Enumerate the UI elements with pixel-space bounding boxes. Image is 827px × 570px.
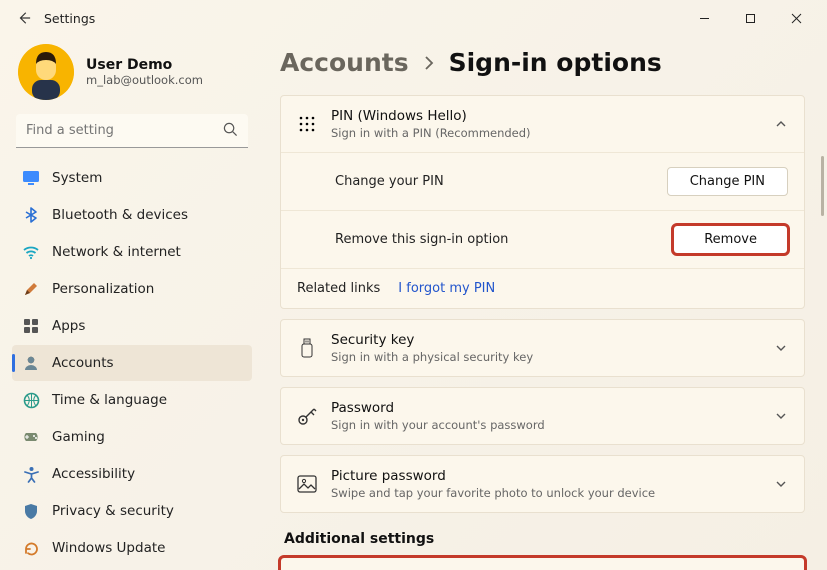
- picture-password-title: Picture password: [331, 468, 760, 484]
- accessibility-icon: [22, 465, 40, 483]
- sidebar: User Demo m_lab@outlook.com System Bluet…: [0, 36, 264, 570]
- search-icon: [223, 122, 238, 137]
- gamepad-icon: [22, 428, 40, 446]
- avatar: [18, 44, 74, 100]
- change-pin-row: Change your PIN Change PIN: [281, 152, 804, 210]
- minimize-icon: [699, 13, 710, 24]
- page-title: Sign-in options: [449, 48, 662, 77]
- nav-list: System Bluetooth & devices Network & int…: [12, 160, 252, 566]
- window-title: Settings: [44, 11, 95, 26]
- sidebar-item-network[interactable]: Network & internet: [12, 234, 252, 270]
- change-pin-button[interactable]: Change PIN: [667, 167, 788, 196]
- remove-pin-button[interactable]: Remove: [673, 225, 788, 254]
- change-pin-label: Change your PIN: [335, 174, 444, 189]
- main-content: Accounts Sign-in options PIN (Windows He…: [264, 36, 827, 570]
- sidebar-item-accounts[interactable]: Accounts: [12, 345, 252, 381]
- remove-pin-label: Remove this sign-in option: [335, 232, 508, 247]
- pin-grid-icon: [297, 114, 317, 134]
- password-subtitle: Sign in with your account's password: [331, 418, 760, 432]
- brush-icon: [22, 280, 40, 298]
- usb-key-icon: [297, 338, 317, 358]
- update-icon: [22, 539, 40, 557]
- picture-icon: [297, 474, 317, 494]
- sidebar-item-label: Network & internet: [52, 244, 181, 260]
- sidebar-item-apps[interactable]: Apps: [12, 308, 252, 344]
- sidebar-item-label: Windows Update: [52, 540, 165, 556]
- sidebar-item-personalization[interactable]: Personalization: [12, 271, 252, 307]
- sidebar-item-privacy[interactable]: Privacy & security: [12, 493, 252, 529]
- breadcrumb: Accounts Sign-in options: [280, 48, 805, 77]
- chevron-down-icon: [774, 409, 788, 423]
- sidebar-item-label: System: [52, 170, 102, 186]
- key-icon: [297, 406, 317, 426]
- pin-card: PIN (Windows Hello) Sign in with a PIN (…: [280, 95, 805, 309]
- pin-subtitle: Sign in with a PIN (Recommended): [331, 126, 760, 140]
- scrollbar-thumb[interactable]: [821, 156, 824, 216]
- sidebar-item-time[interactable]: Time & language: [12, 382, 252, 418]
- remove-pin-row: Remove this sign-in option Remove: [281, 210, 804, 268]
- user-block[interactable]: User Demo m_lab@outlook.com: [12, 40, 252, 114]
- sidebar-item-label: Apps: [52, 318, 85, 334]
- globe-clock-icon: [22, 391, 40, 409]
- sidebar-item-label: Accessibility: [52, 466, 135, 482]
- sidebar-item-label: Time & language: [52, 392, 167, 408]
- pin-title: PIN (Windows Hello): [331, 108, 760, 124]
- forgot-pin-link[interactable]: I forgot my PIN: [398, 281, 495, 296]
- security-key-subtitle: Sign in with a physical security key: [331, 350, 760, 364]
- security-key-header[interactable]: Security key Sign in with a physical sec…: [281, 320, 804, 376]
- chevron-down-icon: [774, 341, 788, 355]
- picture-password-header[interactable]: Picture password Swipe and tap your favo…: [281, 456, 804, 512]
- related-links-label: Related links: [297, 281, 380, 296]
- user-name: User Demo: [86, 57, 203, 73]
- chevron-up-icon: [774, 117, 788, 131]
- bluetooth-icon: [22, 206, 40, 224]
- pin-header[interactable]: PIN (Windows Hello) Sign in with a PIN (…: [281, 96, 804, 152]
- maximize-icon: [745, 13, 756, 24]
- close-button[interactable]: [773, 2, 819, 34]
- hello-only-card: For improved security, only allow Window…: [280, 557, 805, 570]
- sidebar-item-system[interactable]: System: [12, 160, 252, 196]
- password-title: Password: [331, 400, 760, 416]
- close-icon: [791, 13, 802, 24]
- additional-settings-heading: Additional settings: [284, 531, 805, 547]
- apps-icon: [22, 317, 40, 335]
- picture-password-subtitle: Swipe and tap your favorite photo to unl…: [331, 486, 760, 500]
- chevron-right-icon: [423, 54, 435, 72]
- user-email: m_lab@outlook.com: [86, 73, 203, 87]
- sidebar-item-accessibility[interactable]: Accessibility: [12, 456, 252, 492]
- password-header[interactable]: Password Sign in with your account's pas…: [281, 388, 804, 444]
- back-button[interactable]: [8, 2, 40, 34]
- related-links-row: Related links I forgot my PIN: [281, 268, 804, 308]
- sidebar-item-gaming[interactable]: Gaming: [12, 419, 252, 455]
- sidebar-item-label: Bluetooth & devices: [52, 207, 188, 223]
- search-input[interactable]: [16, 114, 248, 148]
- picture-password-card: Picture password Swipe and tap your favo…: [280, 455, 805, 513]
- monitor-icon: [22, 169, 40, 187]
- sidebar-item-bluetooth[interactable]: Bluetooth & devices: [12, 197, 252, 233]
- sidebar-item-label: Personalization: [52, 281, 154, 297]
- security-key-card: Security key Sign in with a physical sec…: [280, 319, 805, 377]
- chevron-down-icon: [774, 477, 788, 491]
- breadcrumb-parent[interactable]: Accounts: [280, 48, 409, 77]
- person-icon: [22, 354, 40, 372]
- title-bar: Settings: [0, 0, 827, 36]
- sidebar-item-label: Accounts: [52, 355, 114, 371]
- maximize-button[interactable]: [727, 2, 773, 34]
- wifi-icon: [22, 243, 40, 261]
- sidebar-item-update[interactable]: Windows Update: [12, 530, 252, 566]
- minimize-button[interactable]: [681, 2, 727, 34]
- search-box[interactable]: [16, 114, 248, 148]
- password-card: Password Sign in with your account's pas…: [280, 387, 805, 445]
- sidebar-item-label: Gaming: [52, 429, 105, 445]
- security-key-title: Security key: [331, 332, 760, 348]
- sidebar-item-label: Privacy & security: [52, 503, 174, 519]
- shield-icon: [22, 502, 40, 520]
- arrow-left-icon: [17, 11, 31, 25]
